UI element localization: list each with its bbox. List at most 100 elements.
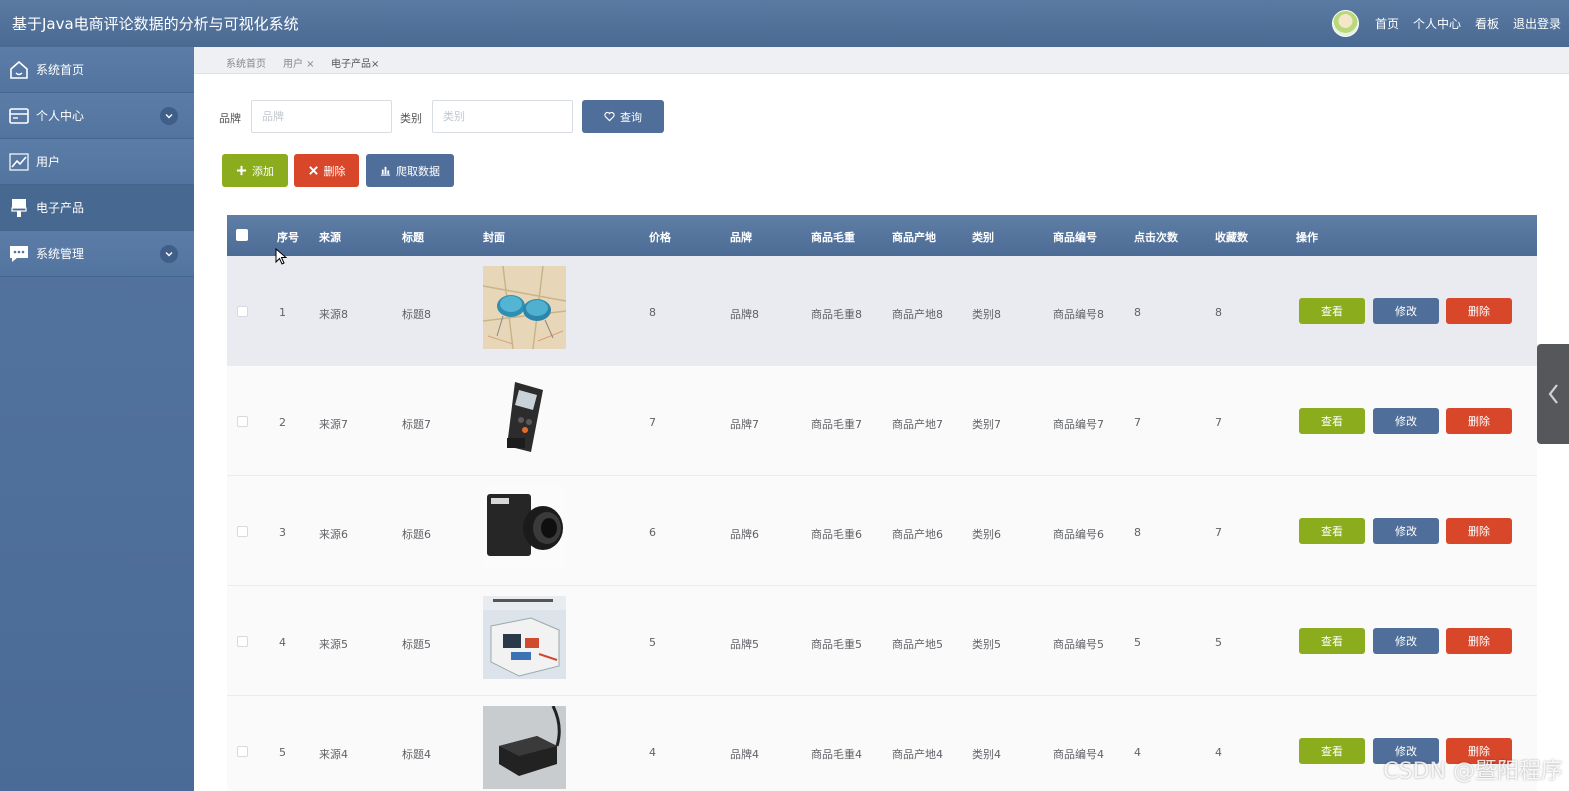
sidebar-item-label: 电子产品 [36,201,85,215]
brand-label: 品牌 [219,112,241,125]
cover-image-black-box [483,706,566,789]
table-row[interactable]: 5 来源4 标题4 4 品牌4 商品毛重4 商品产地4 类别4 商品编号4 4 … [227,696,1537,791]
cell-source: 来源6 [319,528,348,541]
cell-weight: 商品毛重7 [811,418,862,431]
cell-index: 5 [279,746,286,759]
cell-code: 商品编号6 [1053,528,1104,541]
cell-title: 标题5 [402,638,431,651]
cover-image-camera [483,486,566,569]
view-button[interactable]: 查看 [1299,408,1365,434]
column-header: 价格 [649,231,671,244]
row-checkbox[interactable] [237,746,248,757]
table-header: 序号 来源 标题 封面 价格 品牌 商品毛重 商品产地 类别 商品编号 点击次数… [227,215,1537,256]
edit-button[interactable]: 修改 [1373,408,1439,434]
nav-dashboard-link[interactable]: 看板 [1475,15,1499,32]
cell-brand: 品牌8 [730,308,759,321]
delete-button[interactable]: 删除 [1446,408,1512,434]
view-button[interactable]: 查看 [1299,628,1365,654]
cover-image-capacitors [483,266,566,349]
sidebar-item-label: 用户 [36,155,61,169]
chevron-left-icon [1548,384,1558,404]
cell-price: 4 [649,746,656,759]
brand-search-input[interactable] [251,100,392,133]
app-title: 基于Java电商评论数据的分析与可视化系统 [12,15,299,33]
row-checkbox[interactable] [237,416,248,427]
close-icon[interactable]: × [303,59,314,70]
cell-category: 类别5 [972,638,1001,651]
heart-icon [604,111,615,122]
close-icon[interactable]: × [371,59,379,70]
row-checkbox[interactable] [237,526,248,537]
column-header: 商品毛重 [811,231,855,244]
query-button[interactable]: 查询 [582,100,664,133]
cell-favorites: 4 [1215,746,1222,759]
cell-price: 6 [649,526,656,539]
side-panel-toggle[interactable] [1537,344,1569,444]
cell-weight: 商品毛重4 [811,748,862,761]
edit-button[interactable]: 修改 [1373,628,1439,654]
nav-home-link[interactable]: 首页 [1375,15,1399,32]
column-header: 封面 [483,231,505,244]
sidebar-item-users[interactable]: 用户 [0,139,194,185]
cell-index: 1 [279,306,286,319]
delete-button[interactable]: 删除 [1446,298,1512,324]
table-row[interactable]: 2 来源7 标题7 7 品牌7 商品毛重7 商品产地7 类别7 商品编号7 7 … [227,366,1537,476]
nav-logout-link[interactable]: 退出登录 [1513,15,1561,32]
category-search-input[interactable] [432,100,573,133]
nav-profile-link[interactable]: 个人中心 [1413,15,1461,32]
cell-origin: 商品产地4 [892,748,943,761]
cell-price: 5 [649,636,656,649]
view-button[interactable]: 查看 [1299,738,1365,764]
column-header: 序号 [277,231,299,244]
add-button[interactable]: 添加 [222,154,288,187]
cell-weight: 商品毛重5 [811,638,862,651]
delete-button[interactable]: 删除 [1446,628,1512,654]
column-header: 操作 [1296,231,1318,244]
chevron-down-icon[interactable] [160,245,178,263]
sidebar: 系统首页 个人中心 用户 电子产品 系统管理 [0,47,194,791]
column-header: 商品产地 [892,231,936,244]
sidebar-item-home[interactable]: 系统首页 [0,47,194,93]
view-button[interactable]: 查看 [1299,298,1365,324]
table-row[interactable]: 3 来源6 标题6 6 品牌6 商品毛重6 商品产地6 类别6 商品编号6 8 … [227,476,1537,586]
cell-weight: 商品毛重6 [811,528,862,541]
cell-title: 标题7 [402,418,431,431]
cell-code: 商品编号5 [1053,638,1104,651]
cell-brand: 品牌7 [730,418,759,431]
cell-category: 类别7 [972,418,1001,431]
crawl-button-label: 爬取数据 [396,164,440,178]
tab-electronics[interactable]: 电子产品× [331,55,379,70]
chat-icon [8,243,30,265]
add-button-label: 添加 [252,164,274,178]
crawl-data-button[interactable]: 爬取数据 [366,154,454,187]
mouse-cursor-icon [275,248,287,265]
tab-label: 系统首页 [226,59,266,70]
column-header: 标题 [402,231,424,244]
chevron-down-icon[interactable] [160,107,178,125]
row-checkbox[interactable] [237,306,248,317]
bar-chart-icon [380,166,391,176]
cell-title: 标题6 [402,528,431,541]
cell-clicks: 8 [1134,306,1141,319]
batch-delete-button[interactable]: 删除 [294,154,359,187]
table-row[interactable]: 4 来源5 标题5 5 品牌5 商品毛重5 商品产地5 类别5 商品编号5 5 … [227,586,1537,696]
cell-brand: 品牌4 [730,748,759,761]
sidebar-item-profile[interactable]: 个人中心 [0,93,194,139]
edit-button[interactable]: 修改 [1373,298,1439,324]
select-all-checkbox[interactable] [236,229,248,241]
cell-brand: 品牌6 [730,528,759,541]
avatar[interactable] [1331,10,1359,37]
edit-button[interactable]: 修改 [1373,518,1439,544]
row-checkbox[interactable] [237,636,248,647]
cell-index: 4 [279,636,286,649]
column-header: 收藏数 [1215,231,1248,244]
tab-users[interactable]: 用户 × [283,55,315,70]
sidebar-item-electronics[interactable]: 电子产品 [0,185,194,231]
tab-home[interactable]: 系统首页 [226,55,266,70]
view-button[interactable]: 查看 [1299,518,1365,544]
table-row[interactable]: 1 来源8 标题8 8 品牌8 商品毛重8 商品产地8 类别8 商品编号8 8 … [227,256,1537,366]
plus-icon [236,165,247,176]
delete-button[interactable]: 删除 [1446,518,1512,544]
cover-image-circuit-box [483,596,566,679]
sidebar-item-system[interactable]: 系统管理 [0,231,194,277]
